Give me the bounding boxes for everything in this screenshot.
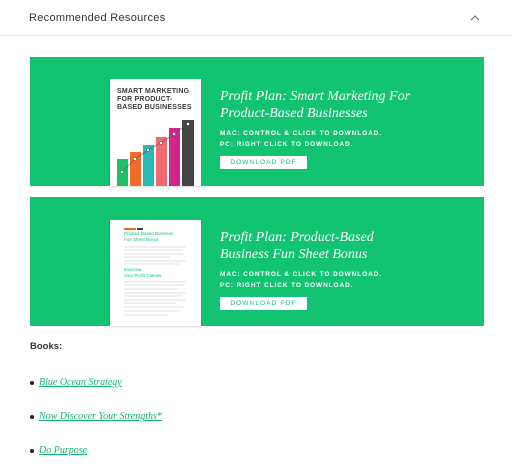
worksheet-heading-line: Fun Sheet Bonus <box>124 236 159 242</box>
bullet-icon <box>30 414 34 419</box>
list-item: Now Discover Your Strengths* <box>30 411 162 422</box>
download-instructions: MAC: CONTROL & CLICK TO DOWNLOAD. PC: RI… <box>220 269 475 291</box>
list-item: Do Purpose <box>30 445 87 456</box>
resource-title: Profit Plan: Smart Marketing For Product… <box>220 88 475 122</box>
resource-title-line: Profit Plan: Smart Marketing For <box>220 89 411 104</box>
book-link-blue-ocean[interactable]: Blue Ocean Strategy <box>39 377 122 388</box>
worksheet-cover-fun-sheet: Product-Based Business Fun Sheet Bonus E… <box>110 220 201 326</box>
resource-title: Profit Plan: Product-Based Business Fun … <box>220 229 475 263</box>
download-pdf-button[interactable]: DOWNLOAD PDF <box>220 156 307 169</box>
bullet-icon <box>30 448 34 453</box>
cover-bar <box>169 128 180 186</box>
book-link-do-purpose[interactable]: Do Purpose <box>39 445 87 456</box>
resources-section-header[interactable]: Recommended Resources <box>0 0 512 36</box>
list-item: Blue Ocean Strategy <box>30 377 122 388</box>
cover-bar <box>130 152 141 186</box>
resource-banner-smart-marketing: SMART MARKETING FOR PRODUCT-BASED BUSINE… <box>30 57 484 186</box>
resource-banner-fun-sheet: Product-Based Business Fun Sheet Bonus E… <box>30 197 484 326</box>
resource-title-line: Profit Plan: Product-Based <box>220 230 374 245</box>
download-instructions: MAC: CONTROL & CLICK TO DOWNLOAD. PC: RI… <box>220 128 475 150</box>
section-title: Recommended Resources <box>29 11 166 24</box>
book-link-strengths[interactable]: Now Discover Your Strengths* <box>39 411 162 422</box>
worksheet-heading: Product-Based Business Fun Sheet Bonus <box>124 231 173 242</box>
mac-instructions: MAC: CONTROL & CLICK TO DOWNLOAD. <box>220 130 382 137</box>
banner-text: Profit Plan: Smart Marketing For Product… <box>220 57 475 169</box>
bullet-icon <box>30 380 34 385</box>
download-pdf-button[interactable]: DOWNLOAD PDF <box>220 297 307 310</box>
resource-title-line: Business Fun Sheet Bonus <box>220 247 368 262</box>
pc-instructions: PC: RIGHT CLICK TO DOWNLOAD. <box>220 282 354 289</box>
worksheet-subheading-line: Your Profit Canvas <box>124 272 162 278</box>
cover-bar-chart <box>117 120 194 186</box>
chevron-up-icon[interactable] <box>468 11 482 25</box>
worksheet-heading-line: Product-Based Business <box>124 231 174 236</box>
pc-instructions: PC: RIGHT CLICK TO DOWNLOAD. <box>220 141 354 148</box>
ebook-cover-smart-marketing: SMART MARKETING FOR PRODUCT-BASED BUSINE… <box>110 79 201 186</box>
books-label: Books: <box>30 341 63 352</box>
worksheet-subheading: Exercise Your Profit Canvas <box>124 267 161 278</box>
resource-title-line: Product-Based Businesses <box>220 106 368 121</box>
mac-instructions: MAC: CONTROL & CLICK TO DOWNLOAD. <box>220 271 382 278</box>
banner-text: Profit Plan: Product-Based Business Fun … <box>220 197 475 310</box>
cover-bar <box>182 120 194 186</box>
